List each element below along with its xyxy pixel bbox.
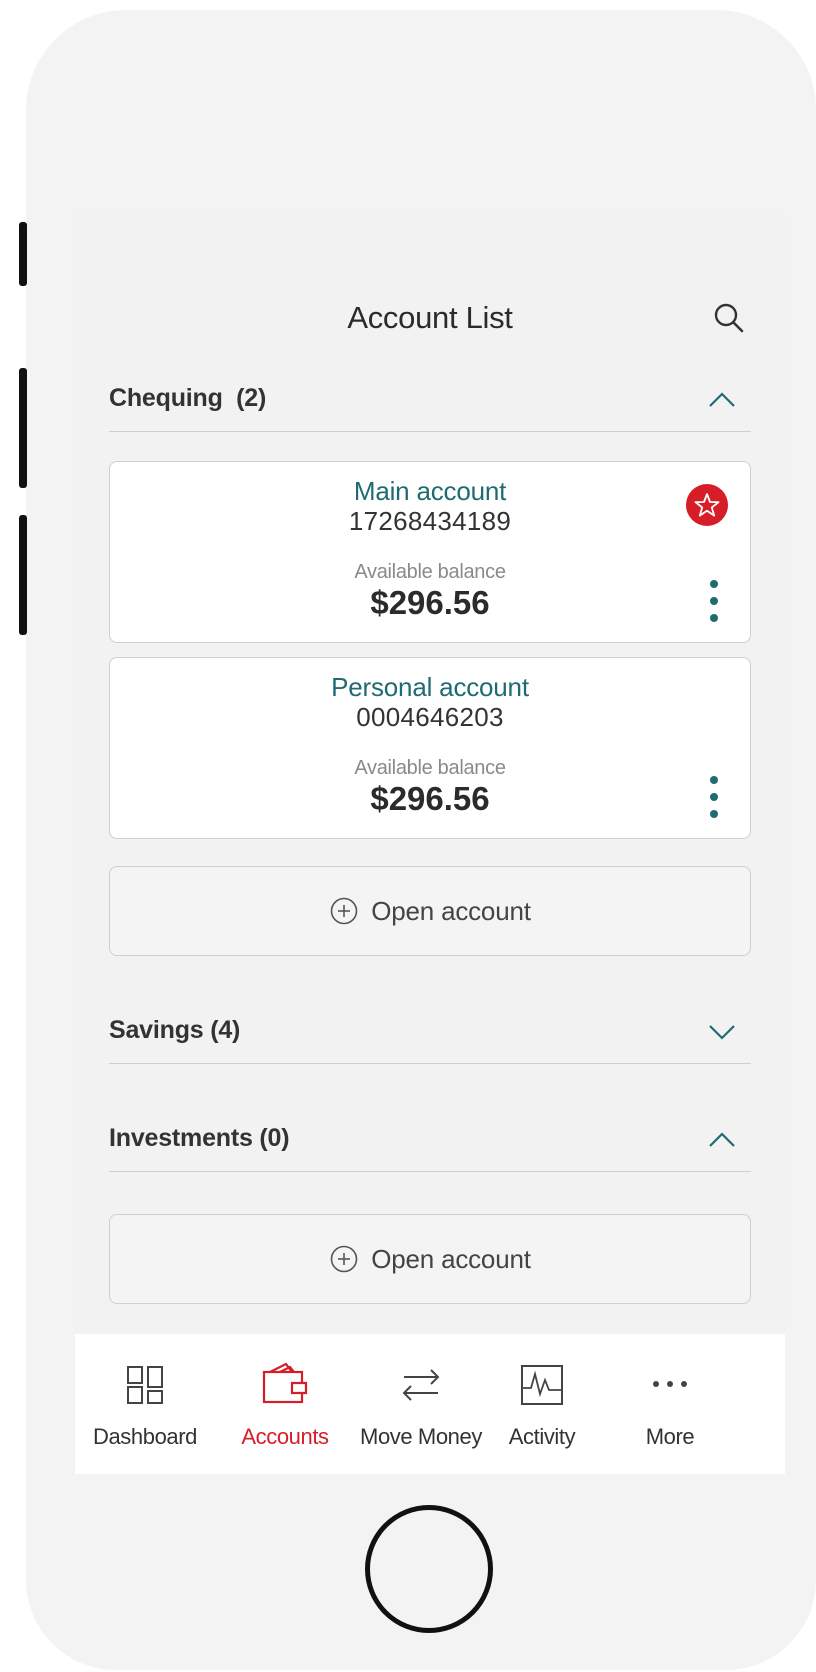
home-button[interactable] xyxy=(365,1505,493,1633)
phone-volume-down-button xyxy=(19,515,27,635)
account-card-personal[interactable]: Personal account 0004646203 Available ba… xyxy=(109,657,751,839)
page-title: Account List xyxy=(347,300,513,335)
chevron-up-icon[interactable] xyxy=(705,1124,739,1154)
account-name: Main account xyxy=(353,476,507,506)
dashboard-icon xyxy=(127,1366,163,1404)
tab-label: Activity xyxy=(508,1424,576,1449)
tab-activity[interactable]: Activity xyxy=(477,1334,607,1474)
activity-chart-icon xyxy=(521,1365,563,1405)
account-card-main[interactable]: Main account 17268434189 Available balan… xyxy=(109,461,751,643)
section-title-savings: Savings (4) xyxy=(109,1016,241,1044)
search-icon[interactable] xyxy=(709,298,749,338)
section-title-investments: Investments (0) xyxy=(109,1124,290,1152)
bottom-tab-bar: Dashboard Accounts Move Money Activity M… xyxy=(75,1334,785,1474)
chevron-down-icon[interactable] xyxy=(705,1016,739,1046)
account-balance: $296.56 xyxy=(370,584,490,621)
tab-label: More xyxy=(645,1424,695,1449)
tab-move-money[interactable]: Move Money xyxy=(351,1334,491,1474)
chevron-up-icon[interactable] xyxy=(705,384,739,414)
tab-label: Dashboard xyxy=(92,1424,198,1449)
transfer-arrows-icon xyxy=(402,1369,440,1401)
balance-label: Available balance xyxy=(354,757,506,779)
phone-side-button xyxy=(19,222,27,286)
open-account-label: Open account xyxy=(371,895,531,926)
tab-more[interactable]: More xyxy=(605,1334,735,1474)
account-number: 17268434189 xyxy=(348,506,512,536)
account-balance: $296.56 xyxy=(370,780,490,817)
more-options-icon[interactable] xyxy=(706,580,722,626)
tab-accounts[interactable]: Accounts xyxy=(215,1334,355,1474)
plus-circle-icon xyxy=(330,897,358,925)
account-name: Personal account xyxy=(331,672,529,702)
open-account-button[interactable]: Open account xyxy=(109,866,751,956)
section-count: (2) xyxy=(236,384,267,412)
phone-volume-up-button xyxy=(19,368,27,488)
app-screen: Account List Chequing (2) Main account 1… xyxy=(75,212,785,1474)
open-account-button[interactable]: Open account xyxy=(109,1214,751,1304)
more-options-icon[interactable] xyxy=(706,776,722,822)
favorite-star-icon[interactable] xyxy=(686,484,728,526)
more-dots-icon xyxy=(653,1381,687,1387)
wallet-icon xyxy=(262,1362,308,1404)
tab-label: Move Money xyxy=(360,1424,482,1449)
section-header-chequing[interactable]: Chequing (2) xyxy=(109,376,751,432)
balance-label: Available balance xyxy=(354,561,506,583)
account-number: 0004646203 xyxy=(356,702,504,732)
section-header-savings[interactable]: Savings (4) xyxy=(109,1008,751,1064)
plus-circle-icon xyxy=(330,1245,358,1273)
tab-label: Accounts xyxy=(241,1424,329,1449)
open-account-label: Open account xyxy=(371,1243,531,1274)
tab-dashboard[interactable]: Dashboard xyxy=(75,1334,215,1474)
section-header-investments[interactable]: Investments (0) xyxy=(109,1116,751,1172)
section-title-chequing: Chequing (2) xyxy=(109,384,266,413)
section-title-label: Chequing xyxy=(109,384,223,412)
